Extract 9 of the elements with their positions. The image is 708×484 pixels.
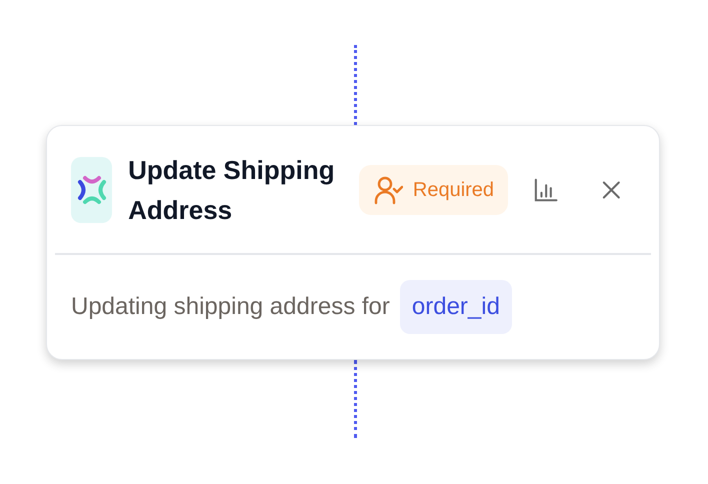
badge-label: Required: [412, 178, 494, 203]
bar-chart-icon[interactable]: [534, 176, 558, 203]
node-title: Update Shipping Address: [128, 154, 336, 227]
message-text: Updating shipping address for: [71, 292, 390, 322]
user-check-icon: [372, 174, 403, 205]
logo-icon: [71, 156, 112, 223]
node-card[interactable]: Update Shipping Address Required Updating shipping address for order_id: [46, 125, 660, 360]
variable-chip: order_id: [400, 280, 512, 334]
close-icon[interactable]: [602, 180, 621, 200]
